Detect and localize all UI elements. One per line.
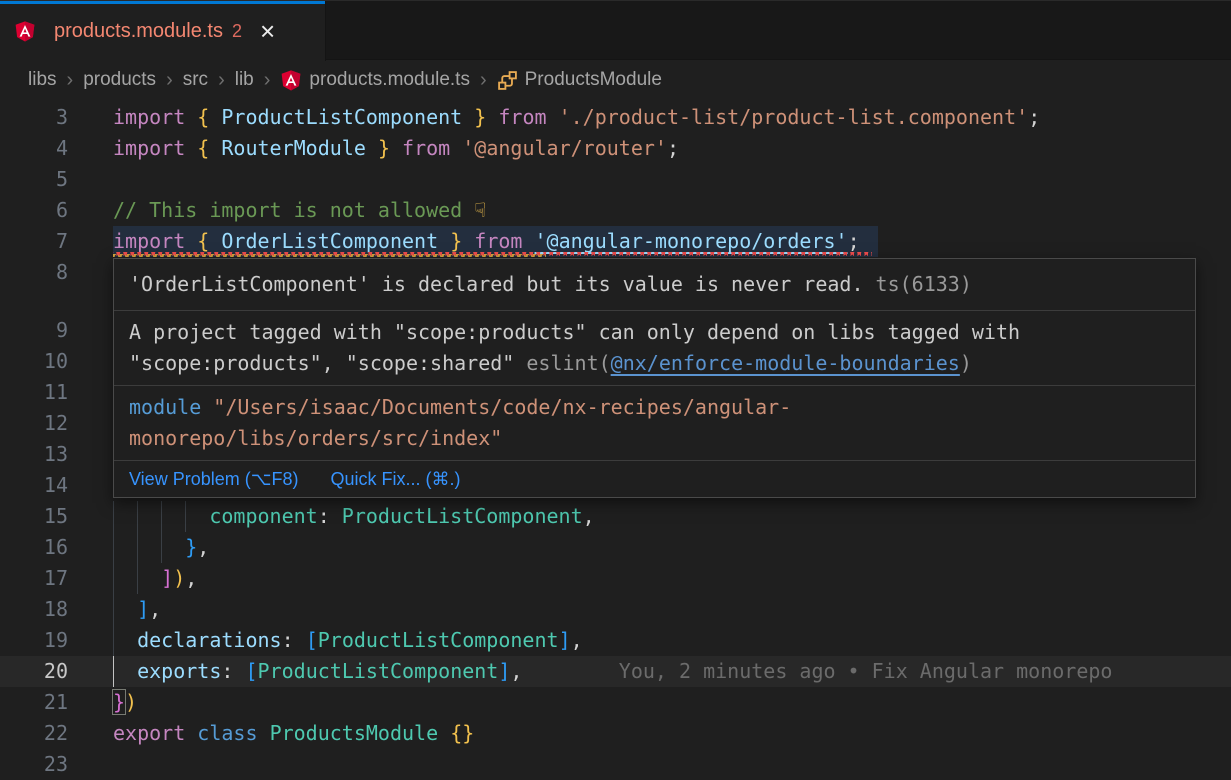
code-text: export class ProductsModule {} [113,718,474,749]
line-number: 9 [0,315,68,346]
line-number: 19 [0,625,68,656]
git-blame-annotation: You, 2 minutes ago • Fix Angular monorep… [619,659,1113,683]
code-line-22[interactable]: 22 export class ProductsModule {} [0,718,1231,749]
breadcrumb-item-src[interactable]: src [183,69,208,91]
tab-error-count-badge: 2 [232,21,242,42]
code-line-18[interactable]: 18 ], [0,594,1231,625]
breadcrumb-item-products-module-ts[interactable]: products.module.ts [280,69,470,92]
line-number: 6 [0,195,68,226]
hover-status-bar: View Problem (⌥F8) Quick Fix... (⌘.) [114,460,1195,497]
breadcrumb-label: libs [28,69,57,91]
code-line-3[interactable]: 3 import { ProductListComponent } from '.… [0,102,1231,133]
code-line-20[interactable]: 20 exports: [ProductListComponent],You, … [0,656,1231,687]
line-number: 16 [0,532,68,563]
code-line-16[interactable]: 16 }, [0,532,1231,563]
line-number: 22 [0,718,68,749]
angular-icon [14,20,36,43]
line-number: 5 [0,164,68,195]
active-tab-indicator [0,1,325,4]
diagnostic-message: 'OrderListComponent' is declared but its… [114,259,1195,310]
line-number: 11 [0,377,68,408]
eslint-message: A project tagged with "scope:products" c… [114,310,1195,385]
tab-bar: products.module.ts 2 × [0,0,1231,60]
breadcrumb-label: products [83,69,156,91]
breadcrumb-separator: › [166,69,173,92]
line-number: 8 [0,257,68,288]
angular-icon [280,69,302,92]
breadcrumb-label: lib [235,69,254,91]
code-line-6[interactable]: 6 // This import is not allowed ☟ [0,195,1231,226]
breadcrumb-separator: › [67,69,74,92]
code-text: // This import is not allowed ☟ [113,195,486,226]
breadcrumb-separator: › [218,69,225,92]
code-line-15[interactable]: 15 component: ProductListComponent, [0,501,1231,532]
code-text: ], [113,594,161,625]
code-text: declarations: [ProductListComponent], [113,625,583,656]
code-line-4[interactable]: 4 import { RouterModule } from '@angular/… [0,133,1231,164]
code-line-7[interactable]: 7import { OrderListComponent } from '@an… [0,226,1231,257]
code-text: ]), [113,563,197,594]
code-text: exports: [ProductListComponent],You, 2 m… [113,656,1112,687]
quick-fix-action[interactable]: Quick Fix... (⌘.) [330,469,460,490]
module-path-message: module "/Users/isaac/Documents/code/nx-r… [114,385,1195,460]
code-text: component: ProductListComponent, [113,501,595,532]
breadcrumb: libs › products › src › lib › products.module.ts… [0,61,1231,99]
class-icon [497,70,518,91]
breadcrumb-label: ProductsModule [525,69,662,91]
line-number: 4 [0,133,68,164]
line-number: 21 [0,687,68,718]
tab-label: products.module.ts [54,20,223,43]
breadcrumb-item-lib[interactable]: lib [235,69,254,91]
line-number: 14 [0,470,68,501]
line-number: 23 [0,749,68,780]
line-number: 3 [0,102,68,133]
line-number: 18 [0,594,68,625]
line-number: 15 [0,501,68,532]
breadcrumb-separator: › [480,69,487,92]
breadcrumb-item-libs[interactable]: libs [28,69,57,91]
code-line-21[interactable]: 21}) [0,687,1231,718]
code-editor[interactable]: 3 import { ProductListComponent } from '.… [0,99,1231,780]
code-text: import { ProductListComponent } from './… [113,102,1040,133]
breadcrumb-item-products[interactable]: products [83,69,156,91]
breadcrumb-item-productsmodule[interactable]: ProductsModule [497,69,662,91]
tab-products-module[interactable]: products.module.ts 2 × [0,1,326,61]
breadcrumb-label: src [183,69,208,91]
close-icon[interactable]: × [260,21,275,41]
breadcrumb-label: products.module.ts [309,69,470,91]
code-text: import { RouterModule } from '@angular/r… [113,133,679,164]
line-number: 7 [0,226,68,257]
line-number: 20 [0,656,68,687]
code-line-17[interactable]: 17 ]), [0,563,1231,594]
line-number: 13 [0,439,68,470]
code-line-19[interactable]: 19 declarations: [ProductListComponent], [0,625,1231,656]
code-line-5[interactable]: 5 [0,164,1231,195]
code-text: }, [113,532,209,563]
line-number: 17 [0,563,68,594]
view-problem-action[interactable]: View Problem (⌥F8) [129,469,298,490]
line-number: 12 [0,408,68,439]
code-line-23[interactable]: 23 [0,749,1231,780]
breadcrumb-separator: › [264,69,271,92]
code-text: }) [113,687,137,718]
line-number: 10 [0,346,68,377]
nx-rule-link[interactable]: @nx/enforce-module-boundaries [611,351,960,375]
problem-hover-popup: 'OrderListComponent' is declared but its… [113,258,1196,498]
